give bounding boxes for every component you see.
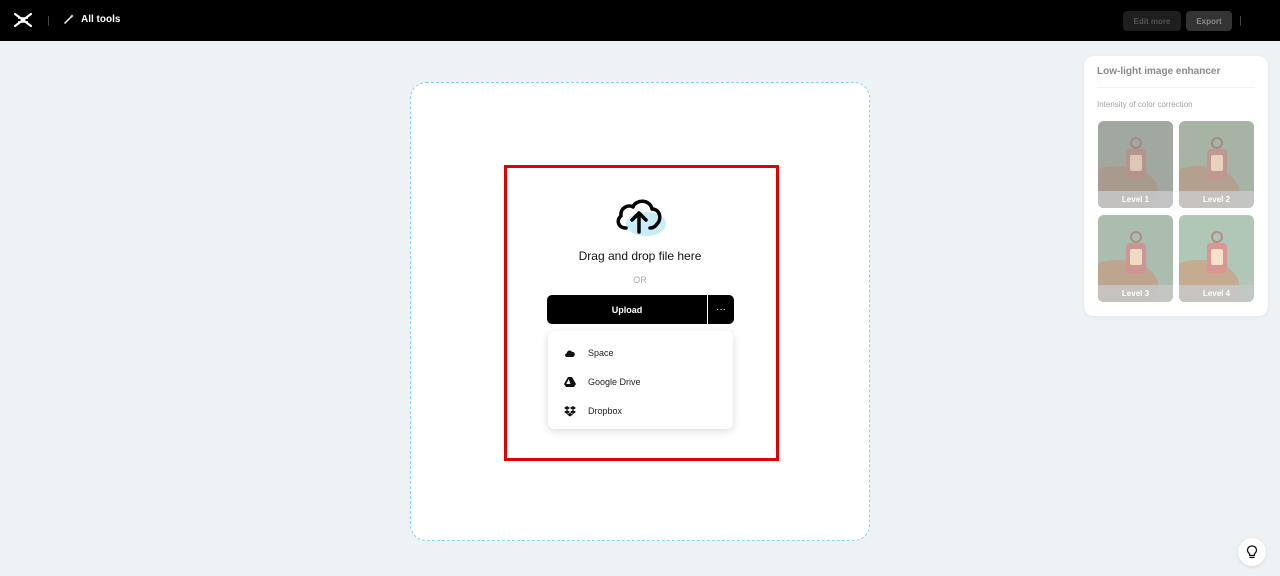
divider	[1240, 16, 1241, 26]
menu-item-space[interactable]: Space	[548, 341, 733, 365]
dropbox-icon	[564, 406, 576, 417]
enhancer-panel: Low-light image enhancer Intensity of co…	[1084, 56, 1268, 316]
panel-subtitle: Intensity of color correction	[1097, 100, 1193, 109]
level-label: Level 1	[1098, 191, 1173, 208]
or-separator: OR	[633, 275, 647, 285]
level-3-thumbnail[interactable]: Level 3	[1098, 215, 1173, 302]
all-tools-button[interactable]: All tools	[63, 13, 120, 25]
upload-source-menu: Space Google Drive Dropbox	[548, 331, 733, 429]
divider	[48, 16, 49, 26]
magic-wand-icon	[64, 14, 74, 24]
menu-item-label: Dropbox	[588, 406, 623, 416]
lightbulb-icon	[1246, 545, 1258, 559]
top-bar: All tools Edit more Export	[0, 0, 1280, 41]
menu-item-google-drive[interactable]: Google Drive	[548, 370, 733, 394]
panel-title: Low-light image enhancer	[1097, 66, 1221, 77]
help-button[interactable]	[1238, 538, 1266, 566]
all-tools-label: All tools	[81, 13, 121, 25]
cloud-upload-icon	[616, 199, 666, 236]
level-4-thumbnail[interactable]: Level 4	[1179, 215, 1254, 302]
export-button[interactable]: Export	[1186, 11, 1232, 31]
level-1-thumbnail[interactable]: Level 1	[1098, 121, 1173, 208]
google-drive-icon	[564, 377, 576, 387]
menu-item-dropbox[interactable]: Dropbox	[548, 399, 733, 423]
cloud-icon	[565, 350, 575, 357]
divider	[1097, 87, 1255, 88]
level-label: Level 4	[1179, 285, 1254, 302]
level-2-thumbnail[interactable]: Level 2	[1179, 121, 1254, 208]
level-label: Level 3	[1098, 285, 1173, 302]
capcut-logo-icon[interactable]	[14, 12, 32, 28]
menu-item-label: Space	[588, 348, 614, 358]
level-label: Level 2	[1179, 191, 1254, 208]
more-options-button[interactable]: ···	[708, 295, 734, 324]
upload-button[interactable]: Upload	[547, 295, 707, 324]
edit-more-button[interactable]: Edit more	[1123, 11, 1181, 31]
drag-drop-text: Drag and drop file here	[578, 249, 702, 263]
menu-item-label: Google Drive	[588, 377, 641, 387]
